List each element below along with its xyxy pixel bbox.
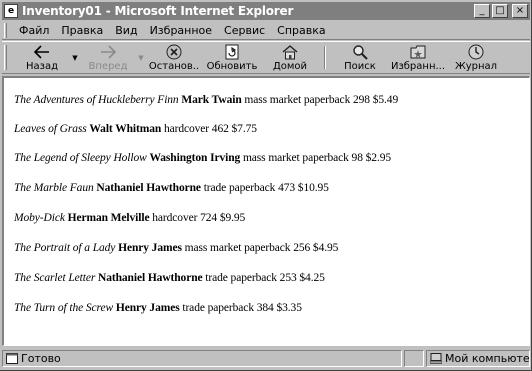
book-details: hardcover 462 $7.75 bbox=[163, 123, 257, 135]
search-button[interactable]: Поиск bbox=[331, 42, 389, 73]
book-author: Nathaniel Hawthorne bbox=[96, 182, 201, 194]
menubar-grip[interactable] bbox=[4, 22, 7, 38]
status-progress-panel bbox=[404, 349, 424, 367]
back-label: Назад bbox=[25, 60, 58, 72]
favorites-button[interactable]: Избранн... bbox=[389, 42, 447, 73]
book-details: mass market paperback 98 $2.95 bbox=[242, 152, 392, 164]
stop-label: Останов.. bbox=[148, 60, 200, 72]
zone-text: Мой компьютер bbox=[445, 351, 530, 365]
menu-view[interactable]: Вид bbox=[109, 24, 143, 37]
book-entry: The Turn of the Screw Henry James trade … bbox=[14, 302, 302, 314]
book-details: hardcover 724 $9.95 bbox=[152, 212, 246, 224]
book-details: mass market paperback 256 $4.95 bbox=[184, 242, 339, 254]
ie-app-icon[interactable]: e bbox=[4, 4, 18, 18]
search-icon bbox=[351, 44, 369, 60]
refresh-button[interactable]: Обновить bbox=[203, 42, 261, 73]
history-label: Журнал bbox=[454, 60, 498, 72]
forward-button[interactable]: Вперед bbox=[79, 42, 137, 73]
status-bar: Готово Мой компьютер bbox=[2, 348, 530, 368]
book-author: Washington Irving bbox=[149, 152, 241, 164]
stop-button[interactable]: Останов.. bbox=[145, 42, 203, 73]
toolbar-grip[interactable] bbox=[4, 45, 7, 70]
window-controls: _ □ × bbox=[474, 4, 528, 18]
book-author: Nathaniel Hawthorne bbox=[98, 272, 203, 284]
status-panel: Готово bbox=[2, 349, 402, 367]
page-content: The Adventures of Huckleberry Finn Mark … bbox=[2, 76, 530, 346]
book-author: Henry James bbox=[115, 302, 180, 314]
standard-toolbar: Назад ▼ Вперед ▼ Останов.. Обновить Домо… bbox=[2, 41, 530, 74]
book-title: The Marble Faun bbox=[14, 182, 94, 194]
forward-label: Вперед bbox=[88, 60, 128, 72]
back-button[interactable]: Назад bbox=[13, 42, 71, 73]
book-entry: The Marble Faun Nathaniel Hawthorne trad… bbox=[14, 182, 329, 194]
home-icon bbox=[281, 44, 299, 60]
window-title: Inventory01 - Microsoft Internet Explore… bbox=[22, 4, 294, 18]
book-details: trade paperback 253 $4.25 bbox=[205, 272, 325, 284]
book-author: Henry James bbox=[118, 242, 182, 254]
favorites-folder-icon bbox=[409, 44, 427, 60]
forward-dropdown-icon[interactable]: ▼ bbox=[137, 42, 145, 73]
search-label: Поиск bbox=[344, 60, 376, 72]
book-title: Moby-Dick bbox=[14, 212, 65, 224]
book-title: Leaves of Grass bbox=[14, 123, 87, 135]
book-author: Walt Whitman bbox=[89, 123, 162, 135]
menu-bar: Файл Правка Вид Избранное Сервис Справка bbox=[2, 21, 530, 40]
back-dropdown-icon[interactable]: ▼ bbox=[71, 42, 79, 73]
book-title: The Portrait of a Lady bbox=[14, 242, 116, 254]
book-entry: The Adventures of Huckleberry Finn Mark … bbox=[14, 94, 398, 106]
title-bar: e Inventory01 - Microsoft Internet Explo… bbox=[2, 2, 530, 20]
status-text: Готово bbox=[21, 351, 61, 365]
forward-arrow-icon bbox=[99, 44, 117, 60]
maximize-button[interactable]: □ bbox=[492, 4, 508, 18]
history-icon bbox=[467, 44, 485, 60]
back-arrow-icon bbox=[33, 44, 51, 60]
menu-file[interactable]: Файл bbox=[13, 24, 55, 37]
history-button[interactable]: Журнал bbox=[447, 42, 505, 73]
book-title: The Adventures of Huckleberry Finn bbox=[14, 94, 179, 106]
menu-edit[interactable]: Правка bbox=[55, 24, 109, 37]
home-label: Домой bbox=[272, 60, 308, 72]
refresh-label: Обновить bbox=[206, 60, 258, 72]
book-entry: The Legend of Sleepy Hollow Washington I… bbox=[14, 152, 391, 164]
close-button[interactable]: × bbox=[512, 4, 528, 18]
book-entry: Leaves of Grass Walt Whitman hardcover 4… bbox=[14, 123, 257, 135]
book-title: The Scarlet Letter bbox=[14, 272, 96, 284]
menu-help[interactable]: Справка bbox=[271, 24, 331, 37]
security-zone-panel: Мой компьютер bbox=[426, 349, 530, 367]
book-details: mass market paperback 298 $5.49 bbox=[244, 94, 399, 106]
minimize-button[interactable]: _ bbox=[474, 4, 490, 18]
home-button[interactable]: Домой bbox=[261, 42, 319, 73]
page-done-icon bbox=[6, 352, 18, 364]
book-title: The Legend of Sleepy Hollow bbox=[14, 152, 147, 164]
toolbar-separator bbox=[324, 46, 326, 69]
book-entry: The Scarlet Letter Nathaniel Hawthorne t… bbox=[14, 272, 325, 284]
book-entry: The Portrait of a Lady Henry James mass … bbox=[14, 242, 338, 254]
stop-icon bbox=[165, 44, 183, 60]
book-entry: Moby-Dick Herman Melville hardcover 724 … bbox=[14, 212, 245, 224]
book-author: Herman Melville bbox=[67, 212, 150, 224]
book-author: Mark Twain bbox=[181, 94, 242, 106]
refresh-icon bbox=[223, 44, 241, 60]
browser-window: e Inventory01 - Microsoft Internet Explo… bbox=[0, 0, 532, 371]
book-title: The Turn of the Screw bbox=[14, 302, 114, 314]
my-computer-icon bbox=[430, 352, 442, 364]
book-details: trade paperback 384 $3.35 bbox=[182, 302, 302, 314]
book-details: trade paperback 473 $10.95 bbox=[203, 182, 329, 194]
favorites-label: Избранн... bbox=[390, 60, 446, 72]
menu-tools[interactable]: Сервис bbox=[218, 24, 271, 37]
menu-favorites[interactable]: Избранное bbox=[144, 24, 218, 37]
